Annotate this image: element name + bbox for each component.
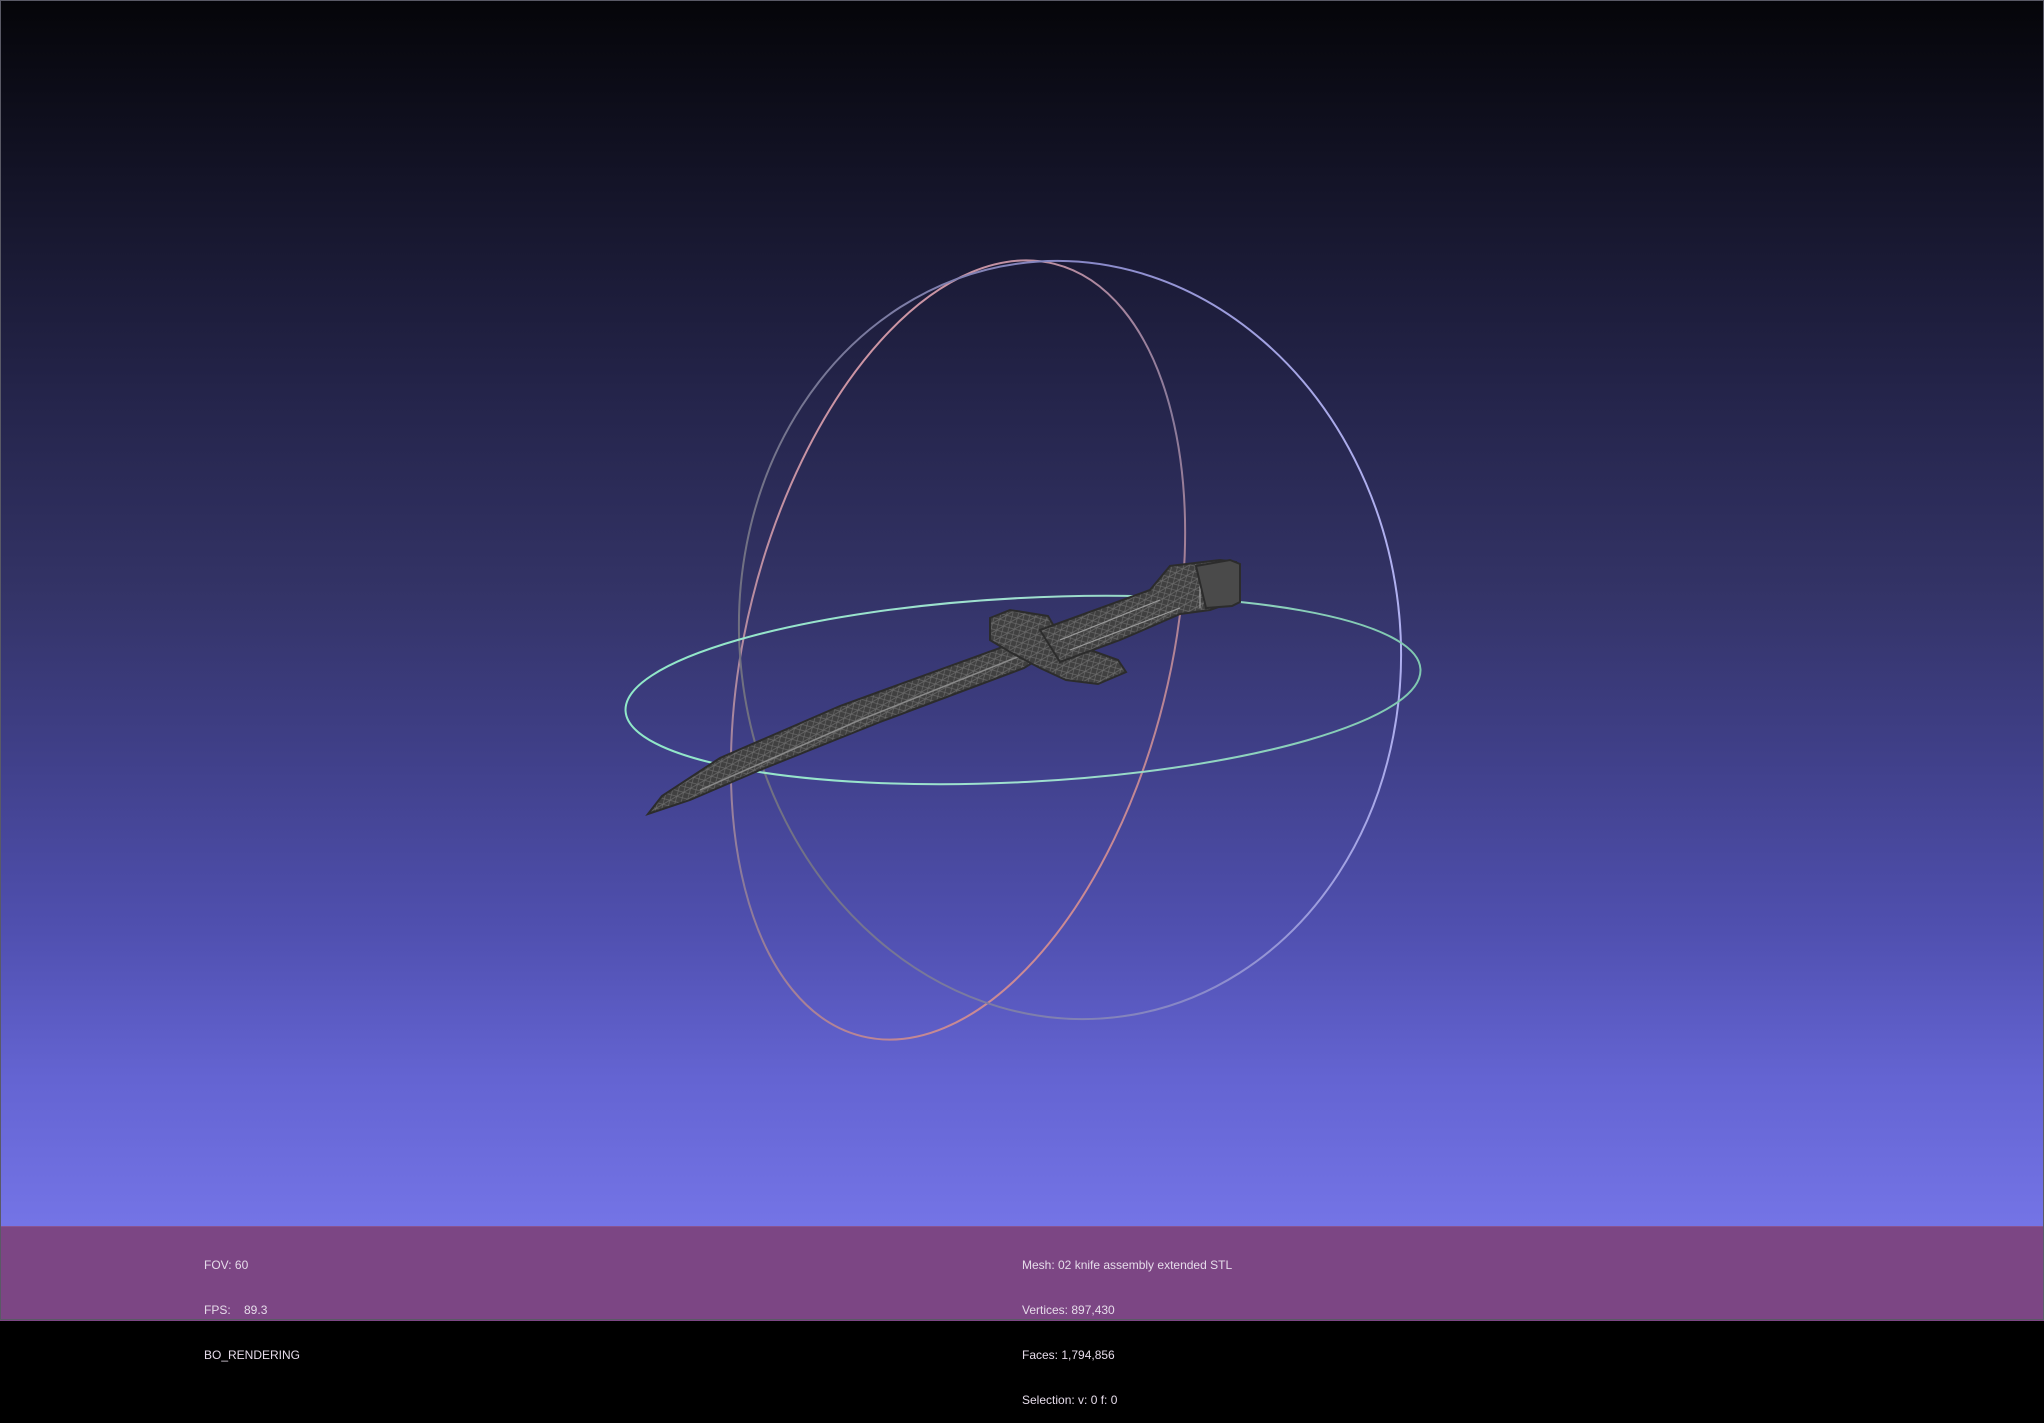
faces-label: Faces: 1,794,856 (1022, 1348, 1115, 1362)
mesh-info-panel: Mesh: 02 knife assembly extended STL Ver… (1022, 1228, 1232, 1423)
scene-svg[interactable] (0, 0, 2044, 1226)
mesh-name-label: Mesh: 02 knife assembly extended STL (1022, 1258, 1233, 1272)
render-mode-label: BO_RENDERING (204, 1348, 301, 1362)
fov-label: FOV: 60 (204, 1258, 249, 1272)
trackball-ring-vertical-left (729, 259, 1187, 1041)
vertices-label: Vertices: 897,430 (1022, 1303, 1115, 1317)
fps-label: FPS: 89.3 (204, 1303, 268, 1317)
render-info-panel: FOV: 60 FPS: 89.3 BO_RENDERING (204, 1228, 300, 1378)
selection-label: Selection: v: 0 f: 0 (1022, 1393, 1118, 1407)
3d-viewport[interactable] (0, 0, 2044, 1226)
